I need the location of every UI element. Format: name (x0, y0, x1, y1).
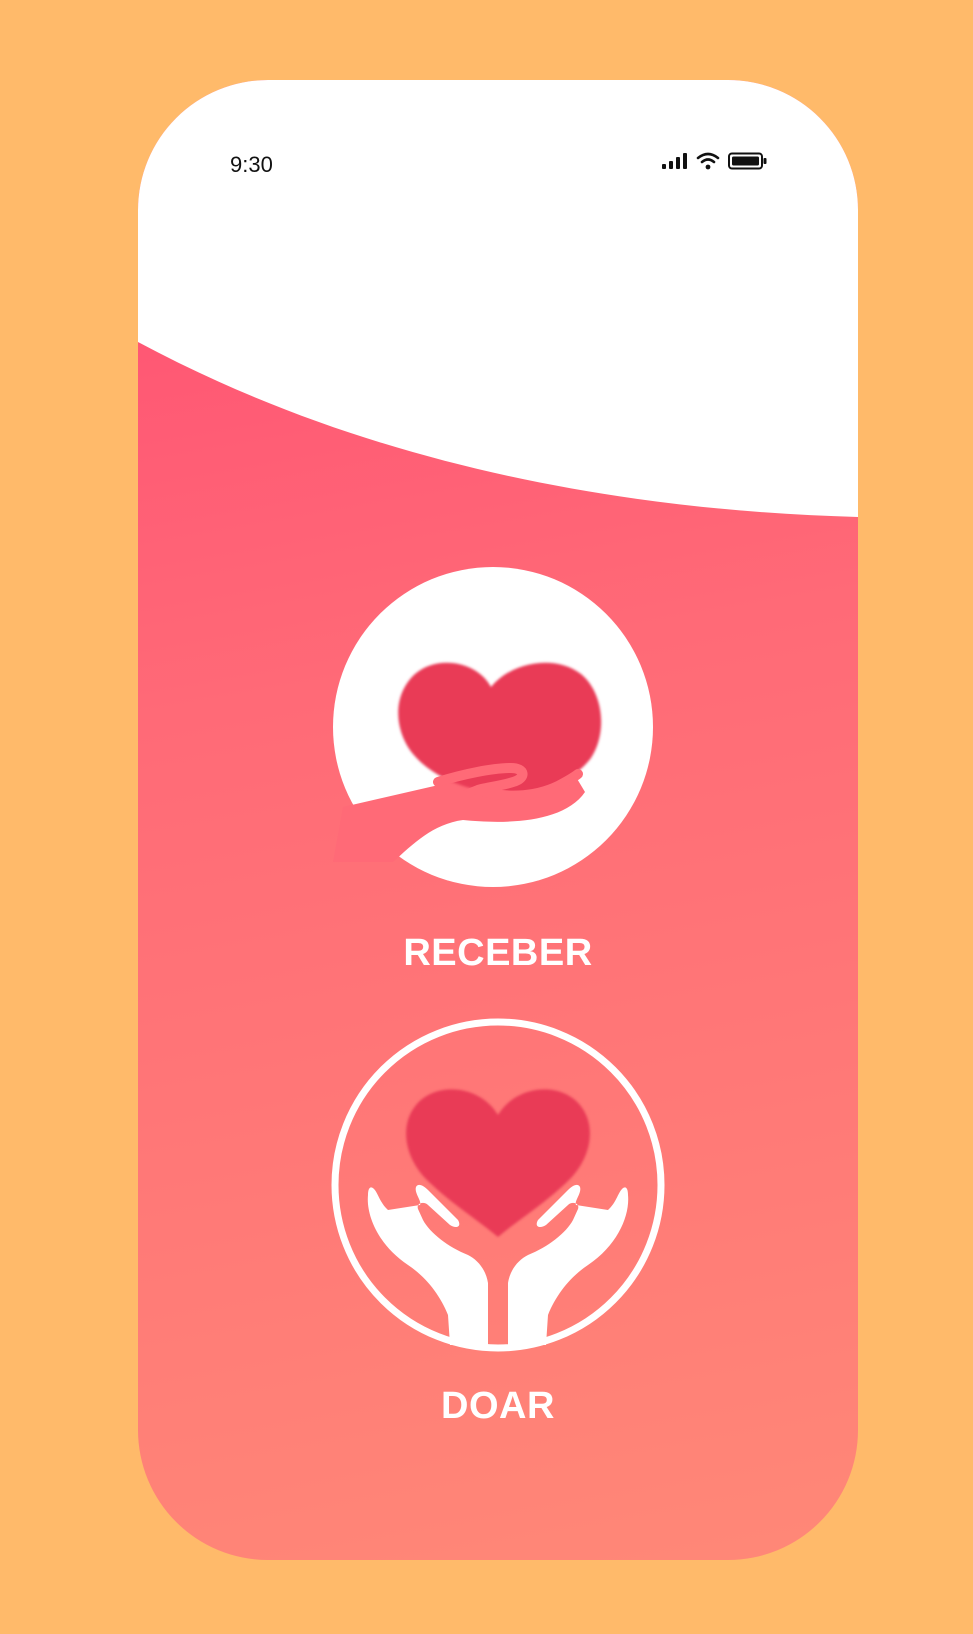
phone-screen: 9:30 RECEBER DOAR (138, 80, 858, 1560)
wifi-icon (696, 152, 720, 170)
status-time: 9:30 (230, 152, 273, 177)
receive-label: RECEBER (403, 932, 593, 974)
status-icons (662, 152, 768, 170)
donate-option[interactable]: DOAR (138, 1015, 858, 1428)
status-bar: 9:30 (138, 80, 858, 177)
donate-heart-hands-icon (331, 1018, 665, 1352)
receive-option[interactable]: RECEBER (138, 562, 858, 975)
receive-heart-hand-icon (333, 567, 653, 887)
battery-icon (728, 152, 768, 170)
donate-label: DOAR (441, 1385, 555, 1427)
signal-icon (662, 153, 688, 169)
